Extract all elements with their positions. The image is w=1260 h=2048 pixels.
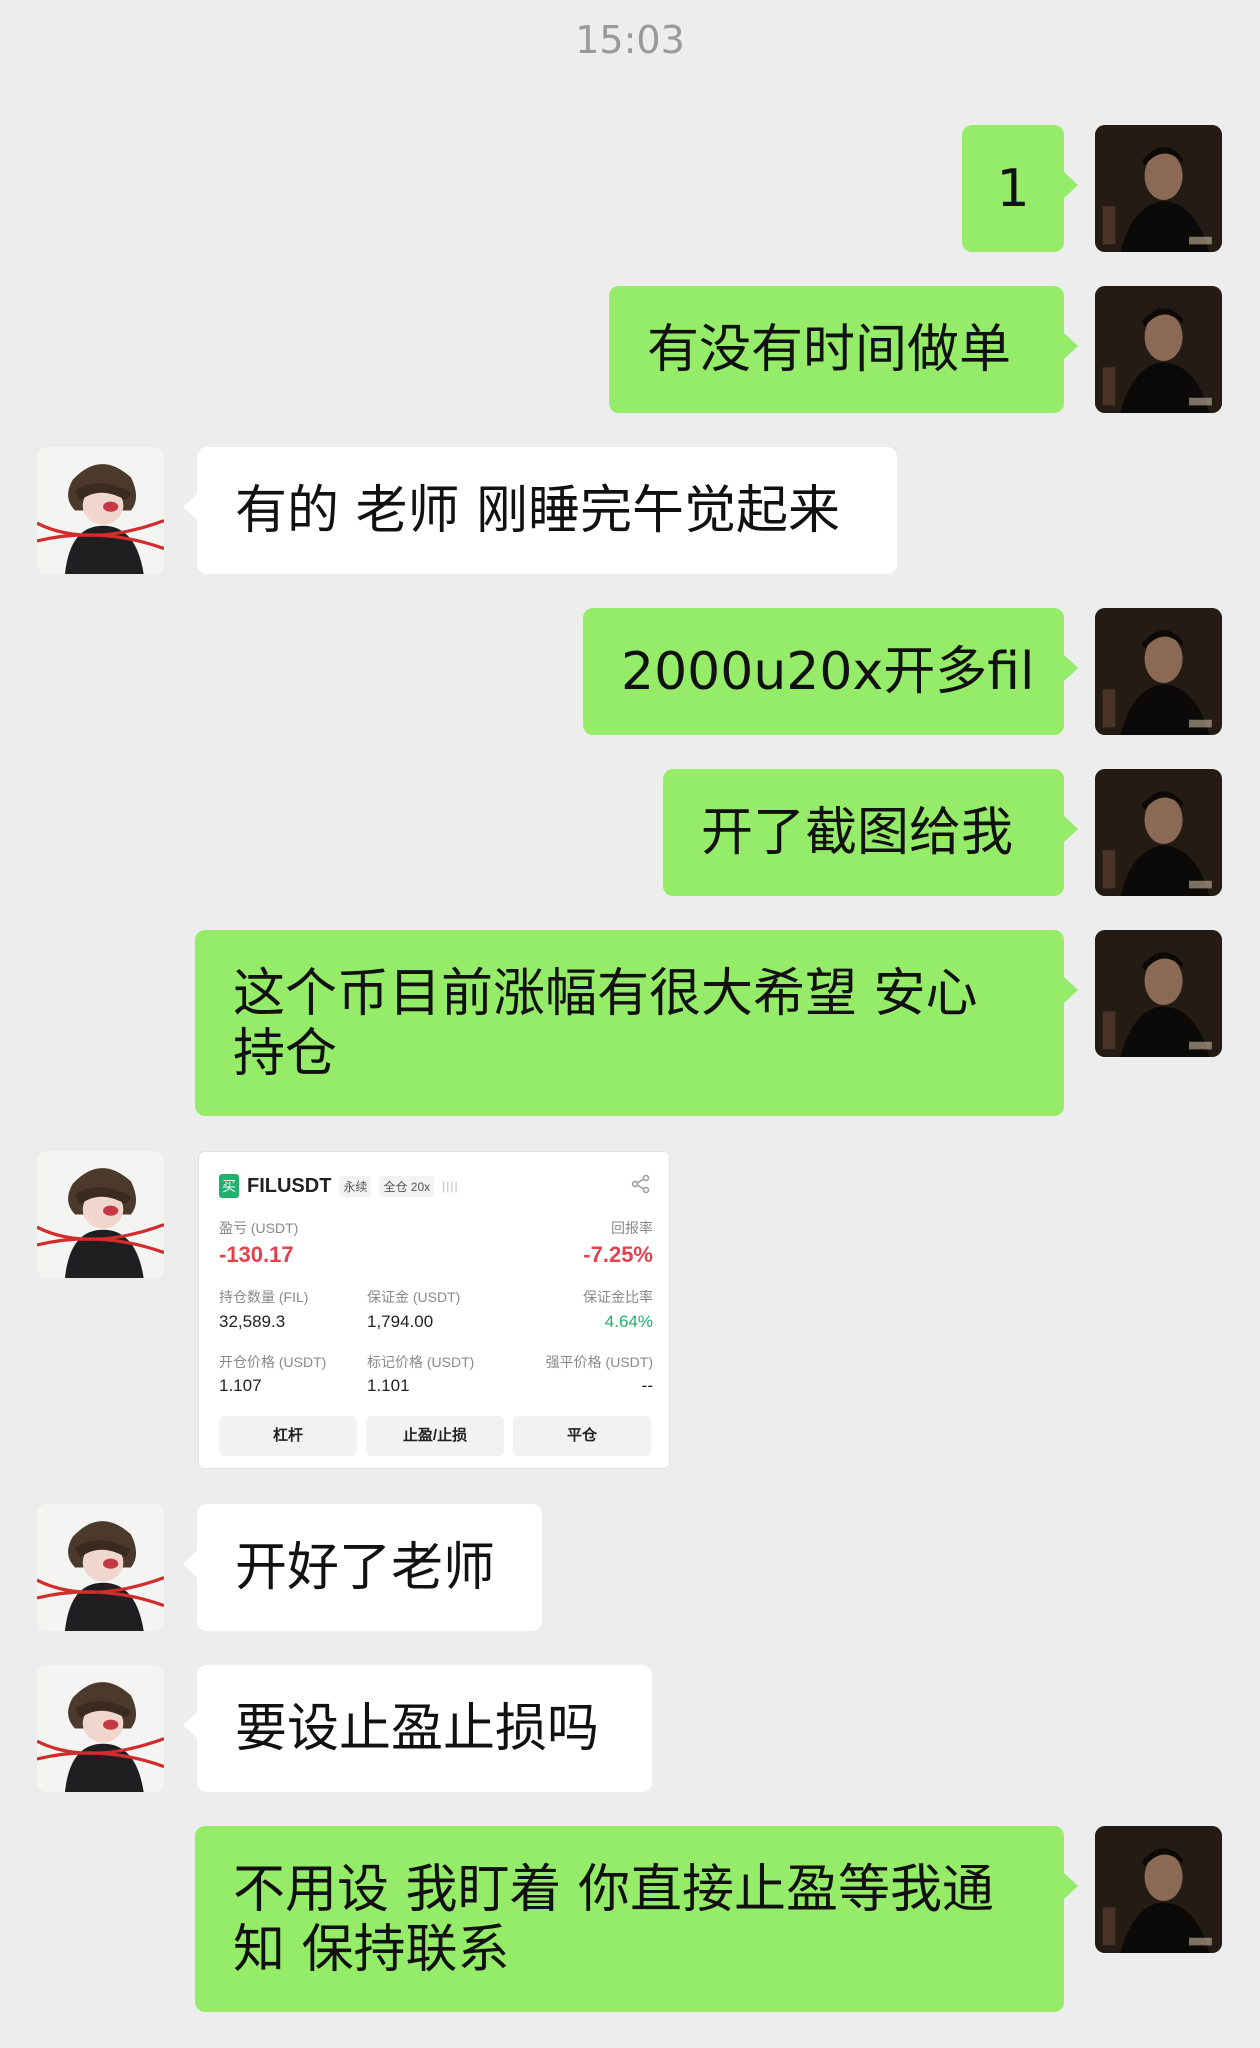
- margin-ratio-value: 4.64%: [604, 1312, 653, 1331]
- buy-badge: 买: [219, 1174, 239, 1198]
- message-bubble-outgoing[interactable]: 开了截图给我: [663, 769, 1078, 896]
- message-bubble-outgoing[interactable]: 1: [962, 125, 1078, 252]
- message-text: 开好了老师: [235, 1538, 496, 1598]
- message-text: 要设止盈止损吗: [235, 1699, 600, 1759]
- share-icon: [631, 1174, 650, 1194]
- message-bubble-incoming[interactable]: 有的 老师 刚睡完午觉起来: [183, 447, 897, 574]
- trading-pair: FILUSDT: [247, 1174, 332, 1197]
- contact-avatar[interactable]: [37, 1151, 164, 1278]
- message-bubble-outgoing[interactable]: 这个币目前涨幅有很大希望 安心持仓: [195, 930, 1078, 1116]
- message-text: 2000u20x开多fil: [621, 642, 1035, 702]
- contact-avatar[interactable]: [37, 1665, 164, 1792]
- message-text: 开了截图给我: [701, 803, 1014, 863]
- perpetual-tag: 永续: [339, 1175, 372, 1197]
- roe-value: -7.25%: [583, 1242, 653, 1267]
- mark-price-value: 1.101: [367, 1376, 410, 1395]
- pnl-label: 盈亏 (USDT): [219, 1220, 299, 1236]
- pnl-value: -130.17: [219, 1242, 294, 1267]
- chat-timestamp: 15:03: [575, 18, 685, 62]
- tp-sl-button[interactable]: 止盈/止损: [366, 1416, 504, 1456]
- contact-avatar[interactable]: [37, 447, 164, 574]
- margin-label: 保证金 (USDT): [367, 1289, 461, 1305]
- message-bubble-incoming[interactable]: 开好了老师: [183, 1504, 542, 1631]
- position-size-value: 32,589.3: [219, 1312, 286, 1331]
- message-text: 1: [996, 159, 1030, 219]
- my-avatar[interactable]: [1095, 286, 1222, 413]
- trade-screenshot-message[interactable]: 买 FILUSDT 永续 全仓 20x |||| 盈亏 (USDT) 回报率 -…: [198, 1151, 670, 1469]
- my-avatar[interactable]: [1095, 930, 1222, 1057]
- mark-price-label: 标记价格 (USDT): [367, 1354, 475, 1370]
- message-text: 有没有时间做单: [647, 320, 1012, 380]
- contact-avatar[interactable]: [37, 1504, 164, 1631]
- my-avatar[interactable]: [1095, 769, 1222, 896]
- signal-bars-icon: ||||: [442, 1179, 459, 1193]
- message-text: 不用设 我盯着 你直接止盈等我通知 保持联系: [233, 1860, 995, 1980]
- leverage-button[interactable]: 杠杆: [219, 1416, 357, 1456]
- message-bubble-outgoing[interactable]: 不用设 我盯着 你直接止盈等我通知 保持联系: [195, 1826, 1078, 2012]
- entry-price-label: 开仓价格 (USDT): [219, 1354, 327, 1370]
- position-size-label: 持仓数量 (FIL): [219, 1289, 309, 1305]
- message-bubble-incoming[interactable]: 要设止盈止损吗: [183, 1665, 652, 1792]
- trade-card-header: 买 FILUSDT 永续 全仓 20x ||||: [219, 1174, 459, 1198]
- my-avatar[interactable]: [1095, 125, 1222, 252]
- margin-mode-tag: 全仓 20x: [379, 1175, 435, 1197]
- message-bubble-outgoing[interactable]: 2000u20x开多fil: [583, 608, 1078, 735]
- margin-value: 1,794.00: [367, 1312, 434, 1331]
- message-text: 这个币目前涨幅有很大希望 安心持仓: [233, 964, 978, 1084]
- close-position-button[interactable]: 平仓: [513, 1416, 651, 1456]
- my-avatar[interactable]: [1095, 1826, 1222, 1953]
- liquidation-price-value: --: [641, 1376, 653, 1395]
- my-avatar[interactable]: [1095, 608, 1222, 735]
- entry-price-value: 1.107: [219, 1376, 262, 1395]
- liquidation-price-label: 强平价格 (USDT): [545, 1354, 653, 1370]
- message-bubble-outgoing[interactable]: 有没有时间做单: [609, 286, 1078, 413]
- roe-label: 回报率: [611, 1220, 653, 1236]
- message-text: 有的 老师 刚睡完午觉起来: [235, 481, 841, 541]
- margin-ratio-label: 保证金比率: [583, 1289, 653, 1305]
